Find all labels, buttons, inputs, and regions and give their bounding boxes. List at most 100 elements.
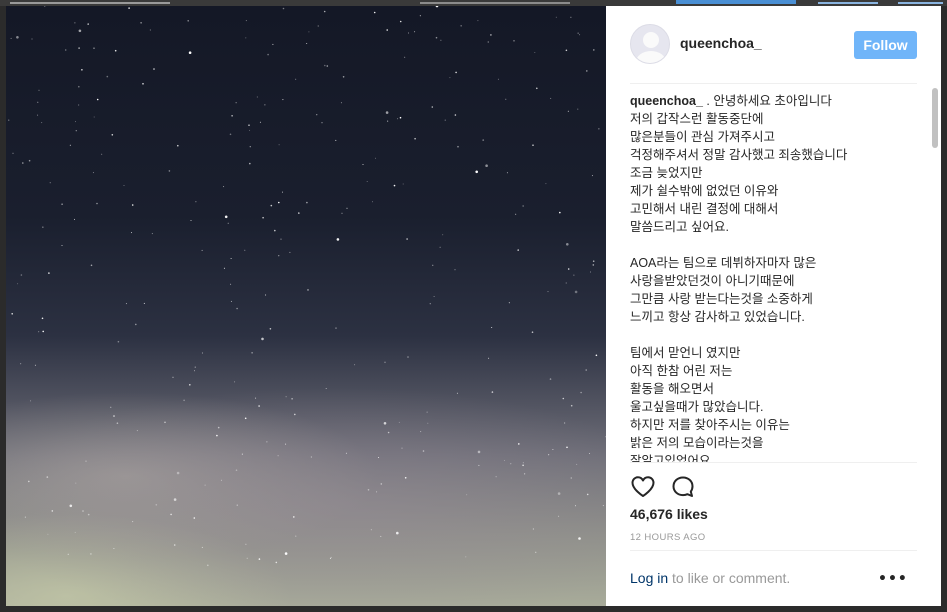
star (142, 83, 144, 85)
star (49, 182, 51, 184)
star (378, 457, 380, 458)
star (295, 535, 297, 537)
follow-button[interactable]: Follow (854, 31, 917, 59)
caption-line: 울고싶을때가 많았습니다. (630, 400, 764, 414)
avatar[interactable] (630, 24, 670, 64)
star (245, 543, 247, 545)
avatar-head-shape (643, 32, 659, 48)
star (24, 516, 26, 518)
star (317, 25, 319, 27)
star (310, 456, 312, 458)
footer-divider (630, 550, 917, 551)
star (442, 234, 444, 236)
star (164, 421, 166, 424)
star (173, 498, 177, 501)
login-link[interactable]: Log in (630, 570, 668, 586)
star (566, 446, 568, 449)
caption-scroll-area[interactable]: queenchoa_ . 안녕하세요 초아입니다 저의 갑작스런 활동중단에 많은분… (630, 92, 930, 462)
star (231, 115, 233, 117)
star (28, 159, 31, 162)
login-prompt: Log in to like or comment. (630, 570, 917, 590)
star (74, 531, 76, 533)
star (75, 130, 77, 132)
caption-username-link[interactable]: queenchoa_ (630, 94, 703, 108)
star (234, 381, 236, 383)
username-link[interactable]: queenchoa_ (680, 35, 762, 51)
star (341, 212, 343, 214)
star (323, 10, 326, 13)
star (136, 430, 138, 432)
star (117, 340, 120, 343)
star (454, 269, 456, 271)
star (113, 548, 115, 549)
star (570, 16, 572, 18)
post-timestamp[interactable]: 12 HOURS AGO (630, 532, 706, 543)
star (552, 449, 554, 450)
star (404, 56, 406, 58)
star (522, 464, 524, 467)
star (135, 323, 137, 326)
star (414, 31, 416, 33)
star (406, 238, 408, 240)
star (593, 49, 595, 51)
comment-icon[interactable] (670, 474, 696, 500)
caption-line: 느끼고 항상 감사하고 있었습니다. (630, 310, 805, 324)
scrollbar-thumb[interactable] (932, 88, 938, 148)
star (81, 69, 83, 71)
star (272, 43, 274, 45)
star (330, 556, 332, 558)
star (230, 300, 232, 302)
star (449, 77, 451, 79)
star (65, 49, 67, 51)
star (173, 544, 176, 546)
star (414, 137, 416, 140)
star (307, 289, 309, 291)
more-options-icon[interactable]: ••• (878, 571, 907, 587)
star (116, 422, 119, 425)
star (244, 417, 247, 420)
star (187, 20, 189, 22)
star (482, 139, 485, 141)
star (207, 564, 209, 567)
star (123, 185, 125, 186)
star (51, 510, 54, 512)
star (190, 220, 192, 221)
star (22, 162, 24, 164)
star (465, 556, 467, 558)
star (38, 331, 40, 333)
star (579, 34, 581, 36)
star (176, 471, 180, 475)
star (578, 537, 581, 540)
caption-line-text: . 안녕하세요 초아입니다 (702, 94, 832, 108)
star (475, 170, 479, 174)
caption-scrollbar[interactable] (931, 88, 939, 468)
caption-line: 저의 갑작스런 활동중단에 (630, 112, 764, 126)
star (505, 98, 507, 100)
star (335, 327, 337, 329)
star (396, 531, 399, 535)
star (380, 483, 383, 485)
likes-count[interactable]: 46,676 likes (630, 506, 708, 522)
star (201, 546, 203, 548)
caption-line: 하지만 저를 찾아주시는 이유는 (630, 418, 790, 432)
star (387, 431, 390, 434)
heart-icon[interactable] (630, 474, 656, 500)
star (261, 337, 264, 341)
star (576, 463, 578, 465)
caption-line: 사랑을받았던것이 아니기때문에 (630, 274, 795, 288)
star (547, 291, 549, 293)
star (245, 20, 247, 22)
star (293, 516, 295, 518)
star (367, 489, 370, 491)
star (34, 364, 36, 366)
star (241, 453, 243, 455)
caption-line: 잘알고있었어요. (630, 454, 714, 462)
star (295, 78, 297, 80)
star (259, 121, 261, 123)
star (230, 258, 232, 259)
star (422, 450, 425, 452)
star (282, 191, 283, 193)
post-photo[interactable] (6, 6, 606, 606)
star (574, 290, 578, 294)
star (78, 47, 80, 49)
